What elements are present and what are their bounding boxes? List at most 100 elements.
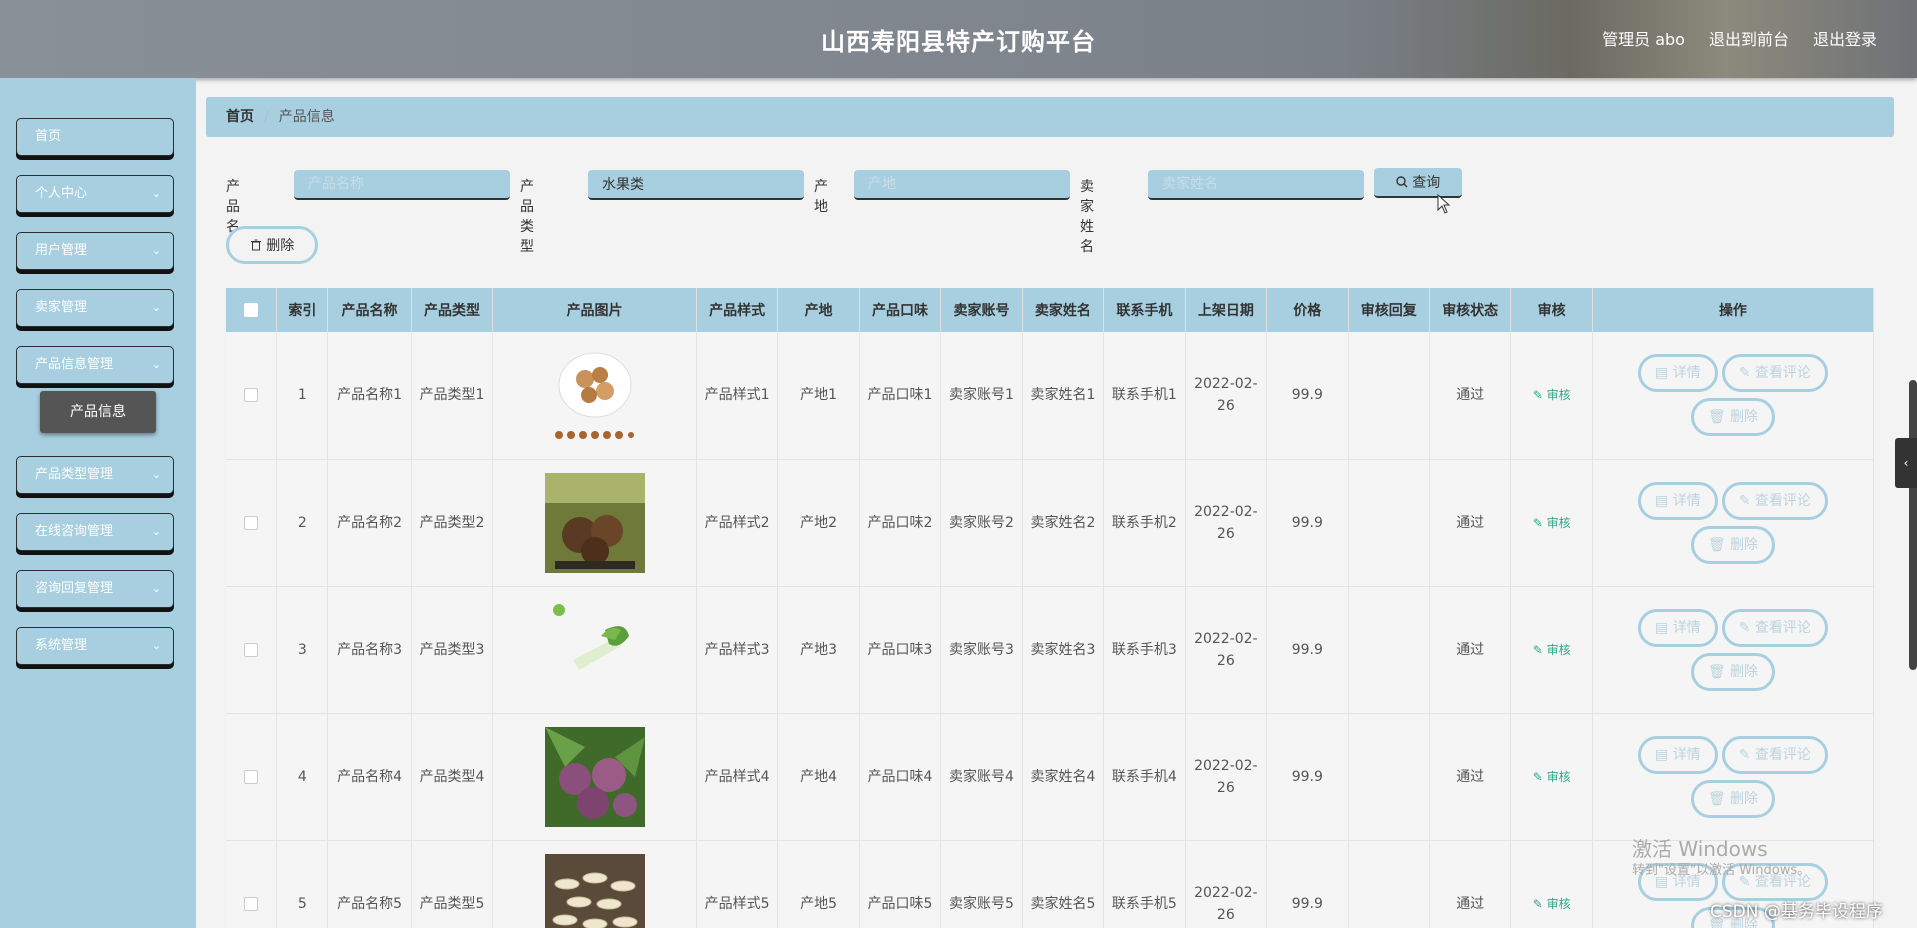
row-select-cell[interactable] [226, 713, 278, 841]
row-delete-label: 删除 [1730, 409, 1759, 426]
view-comments-button[interactable]: ✎ 查看评论 [1721, 735, 1828, 774]
sidebar-item-online-consult[interactable]: 在线咨询管理 ⌄ [16, 513, 174, 551]
sidebar-item-label: 卖家管理 [35, 300, 88, 315]
row-select-cell[interactable] [226, 586, 278, 714]
audit-status-cell: 通过 [1429, 840, 1512, 928]
column-header: 价格 [1266, 288, 1349, 332]
row-delete-button[interactable]: 🗑 删除 [1690, 779, 1776, 818]
origin-input[interactable] [854, 170, 1070, 200]
operations-cell: ▤ 详情 ✎ 查看评论 🗑 删除 [1592, 713, 1875, 841]
row-checkbox[interactable] [244, 388, 259, 403]
windows-activation-watermark: 激活 Windows 转到"设置"以激活 Windows。 [1632, 838, 1810, 882]
detail-button-label: 详情 [1672, 492, 1701, 509]
seller-name-input[interactable] [1148, 170, 1364, 200]
seller-name-cell: 卖家姓名1 [1022, 332, 1105, 460]
sidebar-subitem-product-info[interactable]: 产品信息 [40, 391, 156, 433]
sidebar-item-product-type-management[interactable]: 产品类型管理 ⌄ [16, 456, 174, 494]
top-header: 山西寿阳县特产订购平台 管理员 abo 退出到前台 退出登录 [0, 0, 1917, 78]
detail-button[interactable]: ▤ 详情 [1638, 735, 1718, 774]
row-delete-button[interactable]: 🗑 删除 [1690, 525, 1776, 564]
logout-link[interactable]: 退出登录 [1813, 26, 1877, 50]
detail-button-label: 详情 [1672, 746, 1701, 763]
detail-button[interactable]: ▤ 详情 [1638, 481, 1718, 520]
collapse-panel-toggle[interactable]: ‹ [1895, 438, 1917, 488]
detail-button[interactable]: ▤ 详情 [1638, 354, 1718, 393]
row-delete-button[interactable]: 🗑 删除 [1690, 652, 1776, 691]
edit-icon: ✎ [1532, 896, 1543, 911]
detail-button[interactable]: ▤ 详情 [1638, 608, 1718, 647]
row-delete-button[interactable]: 🗑 删除 [1690, 398, 1776, 437]
select-all-cell[interactable] [226, 288, 278, 332]
row-checkbox[interactable] [244, 642, 259, 657]
edit-icon: ✎ [1532, 769, 1543, 784]
product-image [544, 853, 645, 928]
chevron-left-icon: ‹ [1903, 456, 1909, 470]
audit-link-label: 审核 [1546, 769, 1571, 784]
row-select-cell[interactable] [226, 459, 278, 587]
edit-icon: ✎ [1738, 619, 1751, 636]
price-cell: 99.9 [1266, 840, 1349, 928]
origin-cell: 产地3 [777, 586, 860, 714]
product-type-input[interactable] [588, 170, 804, 200]
select-all-checkbox[interactable] [244, 303, 259, 317]
audit-link[interactable]: ✎ 审核 [1533, 643, 1571, 657]
product-type-cell: 产品类型3 [411, 586, 494, 714]
audit-link-label: 审核 [1546, 896, 1571, 911]
row-checkbox[interactable] [244, 769, 259, 784]
audit-link-label: 审核 [1546, 515, 1571, 530]
admin-user-label[interactable]: 管理员 abo [1602, 26, 1685, 50]
row-checkbox[interactable] [244, 515, 259, 530]
product-name-cell: 产品名称5 [327, 840, 412, 928]
audit-link[interactable]: ✎ 审核 [1533, 516, 1571, 530]
document-icon: ▤ [1655, 619, 1669, 636]
page-scrollbar[interactable] [1909, 380, 1917, 670]
column-header: 索引 [276, 288, 329, 332]
audit-reply-cell [1348, 332, 1430, 460]
breadcrumb-home[interactable]: 首页 [226, 109, 254, 125]
sidebar-item-seller-management[interactable]: 卖家管理 ⌄ [16, 289, 174, 327]
edit-icon: ✎ [1738, 746, 1751, 763]
view-comments-label: 查看评论 [1754, 365, 1811, 382]
chevron-down-icon: ⌄ [151, 525, 161, 538]
row-select-cell[interactable] [226, 332, 278, 460]
operations-cell: ▤ 详情 ✎ 查看评论 🗑 删除 [1592, 332, 1875, 460]
audit-cell: ✎ 审核 [1510, 586, 1593, 714]
view-comments-button[interactable]: ✎ 查看评论 [1721, 481, 1828, 520]
taste-cell: 产品口味1 [859, 332, 942, 460]
sidebar-item-product-info-management[interactable]: 产品信息管理 ⌄ [16, 346, 174, 384]
sidebar-item-label: 咨询回复管理 [35, 581, 114, 596]
product-image-cell [492, 332, 697, 460]
price-cell: 99.9 [1266, 713, 1349, 841]
column-header: 审核回复 [1348, 288, 1430, 332]
sidebar-item-user-management[interactable]: 用户管理 ⌄ [16, 232, 174, 270]
sidebar-item-home[interactable]: 首页 [16, 118, 174, 156]
row-select-cell[interactable] [226, 840, 278, 928]
breadcrumb-current: 产品信息 [278, 109, 335, 125]
sidebar-item-personal-center[interactable]: 个人中心 ⌄ [16, 175, 174, 213]
activation-subtitle: 转到"设置"以激活 Windows。 [1632, 863, 1811, 878]
audit-link[interactable]: ✎ 审核 [1533, 770, 1571, 784]
chevron-down-icon: ⌄ [151, 301, 161, 314]
index-cell: 4 [276, 713, 329, 841]
product-name-input[interactable] [294, 170, 510, 200]
back-to-front-link[interactable]: 退出到前台 [1709, 26, 1789, 50]
date-cell: 2022-02-26 [1185, 459, 1268, 587]
seller-account-cell: 卖家账号1 [940, 332, 1023, 460]
column-header: 卖家姓名 [1022, 288, 1105, 332]
view-comments-button[interactable]: ✎ 查看评论 [1721, 354, 1828, 393]
product-image-cell [492, 459, 697, 587]
sidebar-item-system-management[interactable]: 系统管理 ⌄ [16, 627, 174, 665]
view-comments-button[interactable]: ✎ 查看评论 [1721, 608, 1828, 647]
audit-link[interactable]: ✎ 审核 [1533, 388, 1571, 402]
query-button-label: 查询 [1412, 175, 1441, 191]
audit-link[interactable]: ✎ 审核 [1533, 897, 1571, 911]
chevron-down-icon: ⌄ [151, 187, 161, 200]
table-row: 1 产品名称1 产品类型1 产品样式1 产地1 产品口味1 卖家账号1 卖家姓名1 联系手机1 2… [226, 332, 1875, 460]
product-style-cell: 产品样式4 [696, 713, 779, 841]
batch-delete-button[interactable]: 删除 [226, 226, 318, 264]
sidebar-item-consult-reply[interactable]: 咨询回复管理 ⌄ [16, 570, 174, 608]
sidebar-item-label: 产品信息管理 [35, 357, 114, 372]
row-checkbox[interactable] [244, 896, 259, 911]
table-row: 3 产品名称3 产品类型3 产品样式3 产地3 产品口味3 卖家账号3 卖家姓名3 联系手机3 2… [226, 586, 1875, 714]
product-name-cell: 产品名称4 [327, 713, 412, 841]
